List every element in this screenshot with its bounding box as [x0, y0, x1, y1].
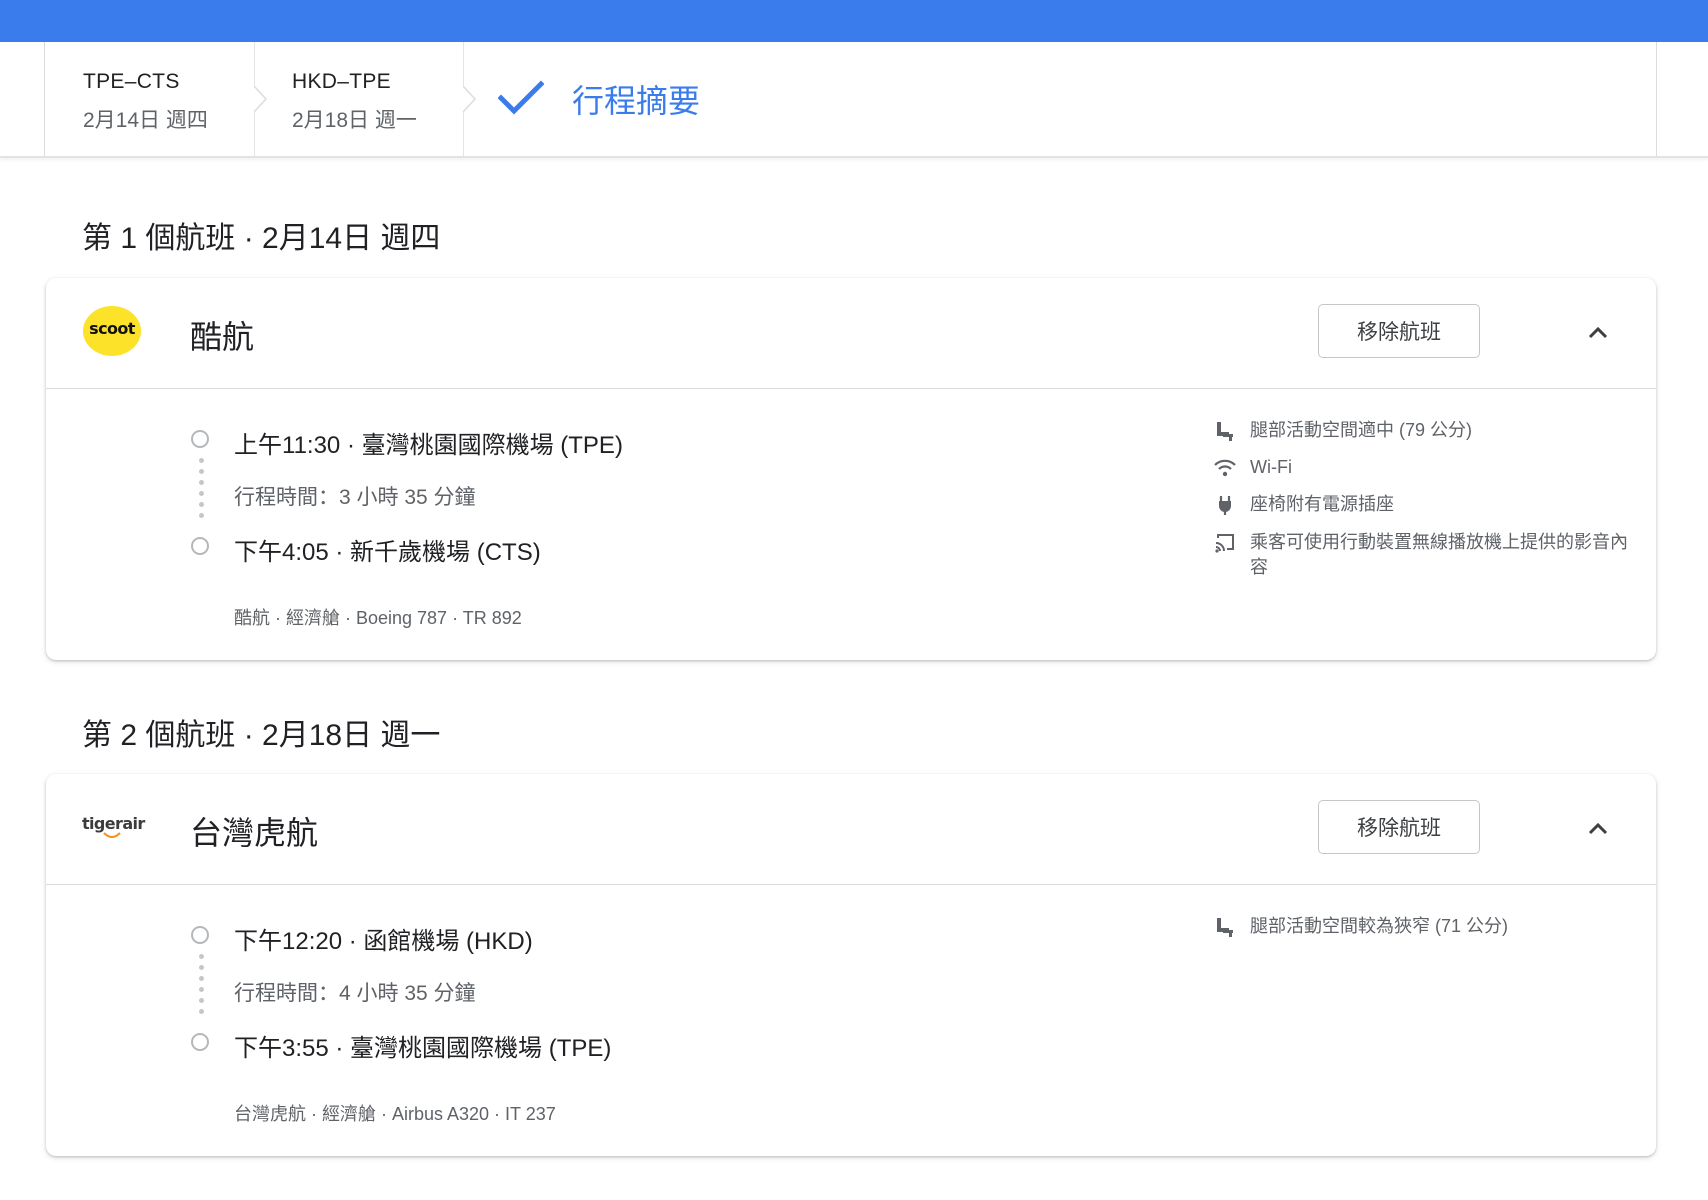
departure-info: 下午12:20 · 函館機場 (HKD) — [234, 928, 533, 955]
breadcrumb-leg-date: 2月18日 週一 — [292, 109, 417, 132]
flight-card: scoot 酷航 移除航班 上午11:30 · 臺灣桃園國際機場 (TPE) 行… — [46, 278, 1656, 660]
cast-screen-icon — [1215, 534, 1234, 553]
departure-dot — [191, 430, 209, 448]
top-app-bar — [0, 0, 1708, 42]
amenity-text: 座椅附有電源插座 — [1250, 494, 1394, 514]
amenity-text: 腿部活動空間較為狹窄 (71 公分) — [1250, 916, 1509, 936]
flight-details: 台灣虎航 · 經濟艙 · Airbus A320 · IT 237 — [234, 1104, 556, 1124]
breadcrumb-leg-route: HKD–TPE — [292, 70, 391, 93]
chevron-up-icon[interactable] — [1583, 814, 1613, 844]
remove-flight-button[interactable]: 移除航班 — [1318, 304, 1480, 358]
airline-name: 酷航 — [190, 319, 255, 355]
breadcrumb-leg-date: 2月14日 週四 — [83, 109, 208, 132]
breadcrumb-leg-route: TPE–CTS — [83, 70, 180, 93]
breadcrumb-leg-2[interactable]: HKD–TPE 2月18日 週一 — [255, 42, 463, 156]
arrival-info: 下午3:55 · 臺灣桃園國際機場 (TPE) — [234, 1035, 612, 1062]
tigerair-logo-text: tigerair — [82, 814, 145, 833]
flight-card-header[interactable]: scoot 酷航 移除航班 — [46, 278, 1656, 389]
breadcrumb-summary[interactable]: 行程摘要 — [572, 76, 700, 122]
chevron-up-icon[interactable] — [1583, 318, 1613, 348]
departure-info: 上午11:30 · 臺灣桃園國際機場 (TPE) — [234, 432, 623, 459]
amenity-text: 腿部活動空間適中 (79 公分) — [1250, 420, 1473, 440]
breadcrumb-separator-icon — [463, 42, 477, 156]
timeline-connector — [199, 954, 204, 1020]
arrival-info: 下午4:05 · 新千歲機場 (CTS) — [234, 539, 541, 566]
wifi-icon — [1214, 459, 1236, 477]
arrival-dot — [191, 1033, 209, 1051]
breadcrumb-end-divider — [1656, 42, 1657, 156]
trip-duration: 行程時間：4 小時 35 分鐘 — [234, 982, 476, 1005]
flight-section-title: 第 1 個航班 · 2月14日 週四 — [82, 222, 441, 255]
legroom-seat-icon — [1217, 422, 1233, 441]
flight-card-header[interactable]: tigerair 台灣虎航 移除航班 — [46, 774, 1656, 885]
legroom-seat-icon — [1217, 918, 1233, 937]
scoot-logo-text: scoot — [89, 319, 135, 338]
flight-section-title: 第 2 個航班 · 2月18日 週一 — [82, 719, 441, 752]
trip-breadcrumb: TPE–CTS 2月14日 週四 HKD–TPE 2月18日 週一 — [0, 42, 1708, 158]
scoot-logo: scoot — [83, 306, 141, 356]
flight-card: tigerair 台灣虎航 移除航班 下午12:20 · 函館機場 (HKD) … — [46, 774, 1656, 1156]
amenity-text: Wi-Fi — [1250, 457, 1292, 477]
amenity-text: 乘客可使用行動裝置無線播放機上提供的影音內容 — [1250, 532, 1628, 577]
arrival-dot — [191, 537, 209, 555]
flight-details: 酷航 · 經濟艙 · Boeing 787 · TR 892 — [234, 608, 522, 628]
trip-duration: 行程時間：3 小時 35 分鐘 — [234, 486, 476, 509]
airline-name: 台灣虎航 — [190, 815, 319, 851]
breadcrumb-leg-1[interactable]: TPE–CTS 2月14日 週四 — [44, 42, 255, 156]
remove-flight-button[interactable]: 移除航班 — [1318, 800, 1480, 854]
tigerair-swoosh-icon — [103, 832, 121, 839]
departure-dot — [191, 926, 209, 944]
power-plug-icon — [1219, 496, 1231, 515]
timeline-connector — [199, 458, 204, 524]
tigerair-logo: tigerair — [82, 812, 146, 842]
check-icon — [498, 80, 544, 115]
